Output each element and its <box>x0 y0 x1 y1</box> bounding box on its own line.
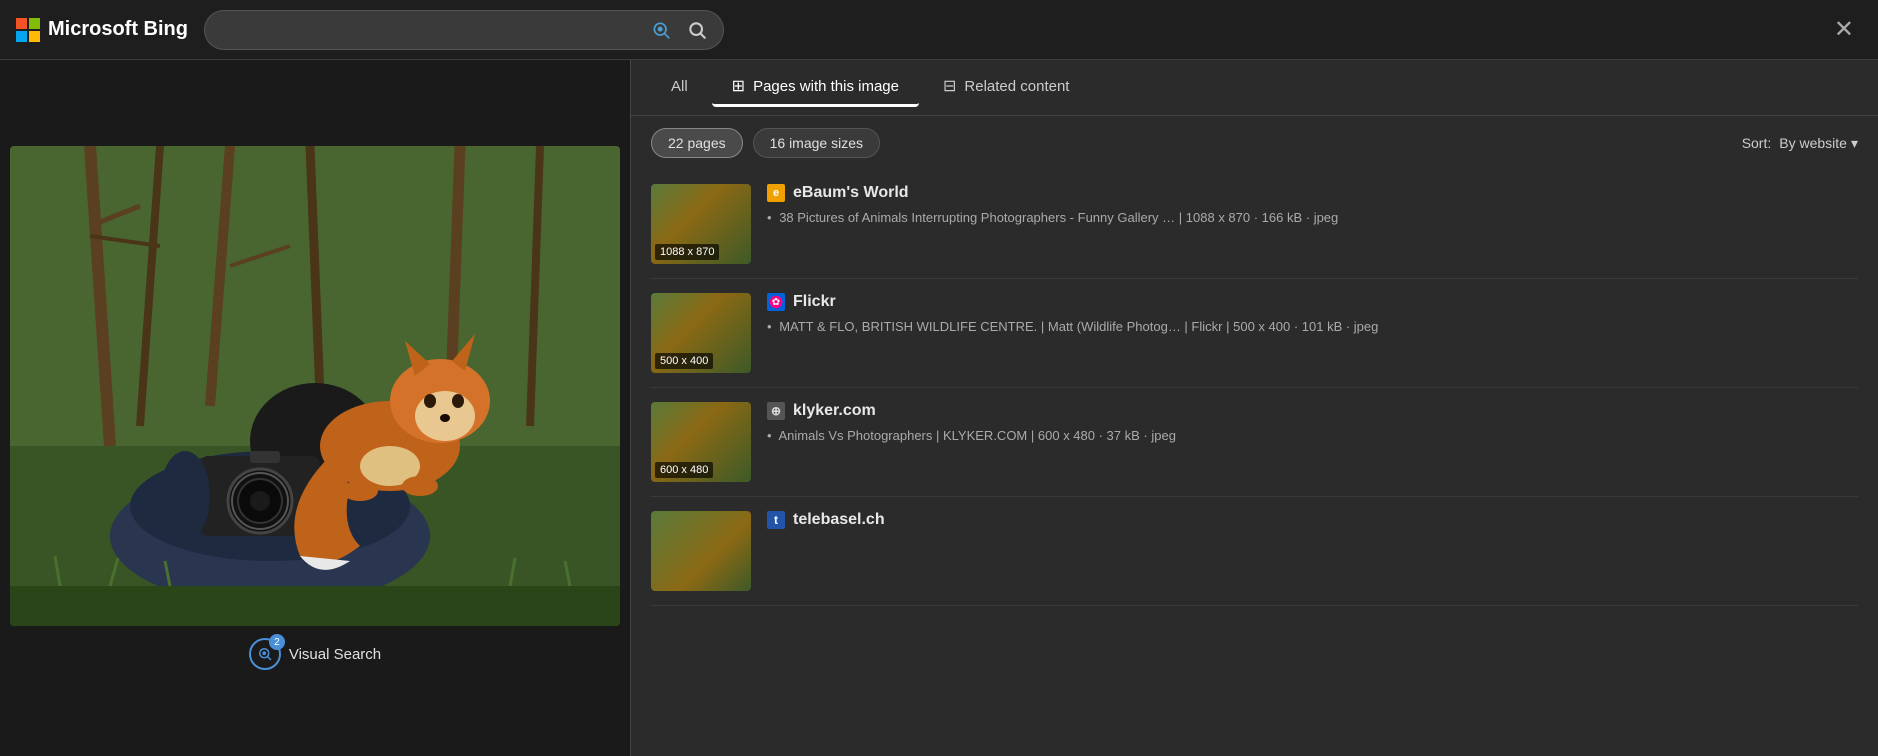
sort-dropdown[interactable]: By website ▾ <box>1779 135 1858 152</box>
thumbnail-image <box>651 511 751 591</box>
result-dimensions: 600 x 480 · 37 kB · jpeg <box>1038 428 1176 443</box>
logo-blue <box>16 31 27 42</box>
site-favicon: e <box>767 184 785 202</box>
visual-search-label: Visual Search <box>289 646 381 663</box>
tab-all-label: All <box>671 78 688 95</box>
result-thumbnail: 500 x 400 <box>651 293 751 373</box>
left-panel: 2 Visual Search <box>0 60 630 756</box>
search-bar[interactable] <box>204 10 724 50</box>
right-panel: All ⊞ Pages with this image ⊟ Related co… <box>631 60 1878 756</box>
site-favicon: ⊕ <box>767 402 785 420</box>
logo-red <box>16 18 27 29</box>
result-info: ✿ Flickr • MATT & FLO, BRITISH WILDLIFE … <box>767 293 1858 337</box>
result-title: MATT & FLO, BRITISH WILDLIFE CENTRE. | M… <box>779 319 1222 334</box>
thumb-dimensions: 500 x 400 <box>655 353 713 369</box>
main-image <box>10 146 620 626</box>
result-item[interactable]: t telebasel.ch <box>651 497 1858 606</box>
result-title: 38 Pictures of Animals Interrupting Phot… <box>779 210 1175 225</box>
result-info: ⊕ klyker.com • Animals Vs Photographers … <box>767 402 1858 446</box>
result-info: e eBaum's World • 38 Pictures of Animals… <box>767 184 1858 228</box>
result-site-header: t telebasel.ch <box>767 511 1858 529</box>
visual-search-icon-btn[interactable] <box>647 16 675 44</box>
tab-pages-icon: ⊞ <box>732 76 745 96</box>
sort-chevron: ▾ <box>1851 135 1858 152</box>
result-meta: • 38 Pictures of Animals Interrupting Ph… <box>767 208 1858 228</box>
search-submit-btn[interactable] <box>683 16 711 44</box>
logo-green <box>29 18 40 29</box>
site-name: eBaum's World <box>793 184 909 202</box>
microsoft-logo <box>16 18 40 42</box>
filter-pages-count[interactable]: 22 pages <box>651 128 743 158</box>
bing-logo-text: Microsoft Bing <box>48 18 188 41</box>
tab-related-icon: ⊟ <box>943 76 956 96</box>
tab-related[interactable]: ⊟ Related content <box>923 68 1089 107</box>
result-thumbnail <box>651 511 751 591</box>
result-dimensions: 500 x 400 · 101 kB · jpeg <box>1233 319 1378 334</box>
filter-image-sizes[interactable]: 16 image sizes <box>753 128 880 158</box>
sort-label: Sort: <box>1742 135 1772 151</box>
result-item[interactable]: 600 x 480 ⊕ klyker.com • Animals Vs Phot… <box>651 388 1858 497</box>
result-site-header: e eBaum's World <box>767 184 1858 202</box>
search-input[interactable] <box>217 21 639 38</box>
header: Microsoft Bing ✕ <box>0 0 1878 60</box>
tab-related-label: Related content <box>964 78 1069 95</box>
site-favicon: t <box>767 511 785 529</box>
filter-bar: 22 pages 16 image sizes Sort: By website… <box>631 116 1878 170</box>
sort-area: Sort: By website ▾ <box>1742 135 1858 152</box>
tab-all[interactable]: All <box>651 70 708 106</box>
tabs-bar: All ⊞ Pages with this image ⊟ Related co… <box>631 60 1878 116</box>
result-meta: • MATT & FLO, BRITISH WILDLIFE CENTRE. |… <box>767 317 1858 337</box>
site-favicon: ✿ <box>767 293 785 311</box>
thumb-dimensions: 1088 x 870 <box>655 244 719 260</box>
logo-area: Microsoft Bing <box>16 18 188 42</box>
visual-search-footer[interactable]: 2 Visual Search <box>249 638 381 670</box>
site-name: Flickr <box>793 293 836 311</box>
result-item[interactable]: 500 x 400 ✿ Flickr • MATT & FLO, BRITISH… <box>651 279 1858 388</box>
result-meta: • Animals Vs Photographers | KLYKER.COM … <box>767 426 1858 446</box>
result-thumbnail: 1088 x 870 <box>651 184 751 264</box>
site-name: klyker.com <box>793 402 876 420</box>
site-name: telebasel.ch <box>793 511 885 529</box>
visual-search-badge: 2 <box>269 634 285 650</box>
close-button[interactable]: ✕ <box>1826 14 1862 46</box>
result-item[interactable]: 1088 x 870 e eBaum's World • 38 Pictures… <box>651 170 1858 279</box>
result-site-header: ✿ Flickr <box>767 293 1858 311</box>
tab-pages[interactable]: ⊞ Pages with this image <box>712 68 919 107</box>
result-site-header: ⊕ klyker.com <box>767 402 1858 420</box>
sort-value: By website <box>1779 135 1847 151</box>
result-title: Animals Vs Photographers | KLYKER.COM <box>778 428 1027 443</box>
thumb-dimensions: 600 x 480 <box>655 462 713 478</box>
results-list: 1088 x 870 e eBaum's World • 38 Pictures… <box>631 170 1878 756</box>
result-dimensions: 1088 x 870 · 166 kB · jpeg <box>1186 210 1339 225</box>
tab-pages-label: Pages with this image <box>753 78 899 95</box>
visual-search-icon: 2 <box>249 638 281 670</box>
logo-yellow <box>29 31 40 42</box>
main-layout: 2 Visual Search All ⊞ Pages with this im… <box>0 60 1878 756</box>
result-thumbnail: 600 x 480 <box>651 402 751 482</box>
result-info: t telebasel.ch <box>767 511 1858 535</box>
